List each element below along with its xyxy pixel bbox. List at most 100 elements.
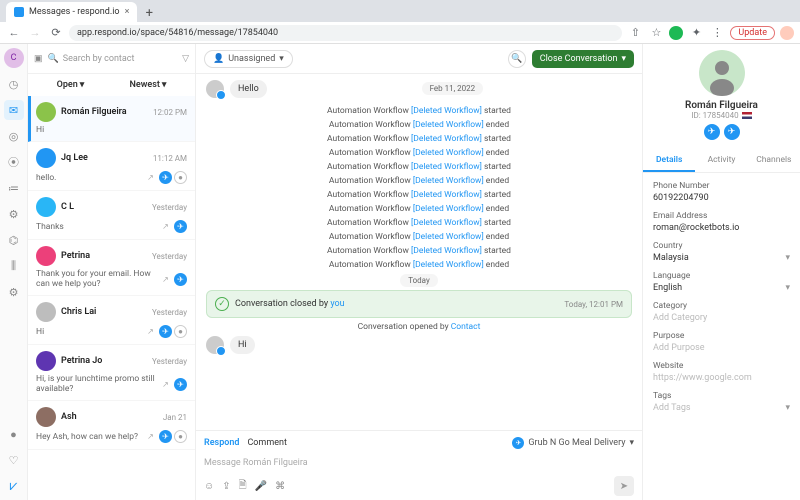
- conversation-item[interactable]: C LYesterdayThanks↗✈: [28, 191, 195, 240]
- snippet-icon[interactable]: ⌘: [275, 481, 285, 492]
- contact-field[interactable]: PurposeAdd Purpose: [653, 327, 790, 357]
- broadcast-icon[interactable]: ⦿: [4, 152, 24, 172]
- conversation-name: Petrina Jo: [61, 356, 147, 366]
- workflow-link[interactable]: [Deleted Workflow]: [411, 162, 482, 172]
- close-conversation-button[interactable]: Close Conversation ▾: [532, 50, 634, 68]
- conversation-time: Yesterday: [152, 203, 187, 212]
- reports-icon[interactable]: ⫼: [4, 256, 24, 276]
- contact-field[interactable]: LanguageEnglish▾: [653, 267, 790, 297]
- workflow-link[interactable]: [Deleted Workflow]: [413, 260, 484, 270]
- notifications-icon[interactable]: ●: [4, 424, 24, 444]
- settings-gear-icon[interactable]: ⚙: [4, 204, 24, 224]
- search-input[interactable]: 🔍 Search by contact: [48, 54, 178, 64]
- browser-tab[interactable]: Messages - respond.io ×: [6, 2, 137, 22]
- forward-icon[interactable]: →: [27, 25, 43, 41]
- telegram-icon[interactable]: ✈: [704, 124, 720, 140]
- dashboard-icon[interactable]: ◷: [4, 74, 24, 94]
- url-bar[interactable]: app.respond.io/space/54816/message/17854…: [69, 25, 622, 41]
- workflow-event: Automation Workflow [Deleted Workflow] s…: [206, 160, 632, 174]
- message-bubble: Hello: [230, 80, 267, 98]
- new-tab-button[interactable]: +: [140, 4, 158, 22]
- filter-icon[interactable]: ▽: [182, 54, 189, 64]
- panel-toggle-icon[interactable]: ▣: [34, 54, 43, 64]
- gear-icon[interactable]: ⚙: [4, 282, 24, 302]
- org-icon[interactable]: ⌬: [4, 230, 24, 250]
- menu-icon[interactable]: ⋮: [709, 25, 725, 41]
- emoji-icon[interactable]: ☺: [204, 481, 214, 492]
- contact-field[interactable]: TagsAdd Tags▾: [653, 387, 790, 417]
- tab-comment[interactable]: Comment: [247, 438, 286, 448]
- tab-activity[interactable]: Activity: [695, 150, 747, 172]
- workflow-link[interactable]: [Deleted Workflow]: [411, 134, 482, 144]
- conversation-name: Jq Lee: [61, 153, 148, 163]
- workflows-icon[interactable]: ≔: [4, 178, 24, 198]
- extensions-icon[interactable]: ✦: [688, 25, 704, 41]
- workflow-link[interactable]: [Deleted Workflow]: [413, 204, 484, 214]
- chat-scroll[interactable]: Hello Feb 11, 2022 Automation Workflow […: [196, 74, 642, 430]
- contact-field[interactable]: Email Addressroman@rocketbots.io: [653, 207, 790, 237]
- avatar: [36, 351, 56, 371]
- reload-icon[interactable]: ⟳: [48, 25, 64, 41]
- workflow-link[interactable]: [Deleted Workflow]: [413, 232, 484, 242]
- extension-icon[interactable]: [669, 26, 683, 40]
- contact-field[interactable]: CategoryAdd Category: [653, 297, 790, 327]
- assignee-dropdown[interactable]: 👤 Unassigned ▾: [204, 50, 293, 68]
- workflow-link[interactable]: [Deleted Workflow]: [411, 218, 482, 228]
- conversation-list: ▣ 🔍 Search by contact ▽ Open▾ Newest▾ Ro…: [28, 44, 196, 500]
- contact-field[interactable]: Phone Number60192204790: [653, 177, 790, 207]
- close-tab-icon[interactable]: ×: [125, 7, 130, 17]
- workflow-link[interactable]: [Deleted Workflow]: [413, 120, 484, 130]
- workflow-event: Automation Workflow [Deleted Workflow] e…: [206, 230, 632, 244]
- open-filter[interactable]: Open▾: [57, 80, 85, 90]
- delivered-icon: ↗: [144, 430, 157, 443]
- conversation-item[interactable]: Román Filgueira12:02 PMHi: [28, 96, 195, 142]
- search-chat-icon[interactable]: 🔍: [508, 50, 526, 68]
- tab-respond[interactable]: Respond: [204, 438, 239, 448]
- conversation-preview: Hey Ash, how can we help?: [36, 432, 144, 442]
- tab-details[interactable]: Details: [643, 150, 695, 172]
- close-conversation-label: Close Conversation: [540, 54, 618, 64]
- conversation-item[interactable]: Petrina JoYesterdayHi, is your lunchtime…: [28, 345, 195, 401]
- conversation-item[interactable]: PetrinaYesterdayThank you for your email…: [28, 240, 195, 296]
- profile-avatar[interactable]: [780, 26, 794, 40]
- conversation-item[interactable]: AshJan 21Hey Ash, how can we help?↗✈●: [28, 401, 195, 450]
- extra-icon: ●: [174, 171, 187, 184]
- field-value: Add Purpose: [653, 343, 705, 353]
- newest-filter[interactable]: Newest▾: [130, 80, 167, 90]
- field-value: English: [653, 283, 682, 293]
- nav-rail: C ◷ ✉ ◎ ⦿ ≔ ⚙ ⌬ ⫼ ⚙ ● ♡ ⩗: [0, 44, 28, 500]
- avatar: [36, 407, 56, 427]
- file-icon[interactable]: 🗎: [239, 478, 247, 495]
- chat-panel: 👤 Unassigned ▾ 🔍 Close Conversation ▾ He…: [196, 44, 642, 500]
- mic-icon[interactable]: 🎤: [255, 481, 267, 492]
- closed-by-link[interactable]: you: [330, 299, 344, 309]
- update-button[interactable]: Update: [730, 26, 775, 40]
- workflow-link[interactable]: [Deleted Workflow]: [411, 246, 482, 256]
- messages-icon[interactable]: ✉: [4, 100, 24, 120]
- workspace-avatar[interactable]: C: [4, 48, 24, 68]
- browser-toolbar: ← → ⟳ app.respond.io/space/54816/message…: [0, 22, 800, 44]
- attach-icon[interactable]: ⇪: [222, 481, 230, 492]
- message-input[interactable]: Message Román Filgueira: [204, 456, 634, 470]
- workflow-link[interactable]: [Deleted Workflow]: [413, 176, 484, 186]
- contact-field[interactable]: CountryMalaysia▾: [653, 237, 790, 267]
- contacts-icon[interactable]: ◎: [4, 126, 24, 146]
- bookmark-icon[interactable]: ☆: [648, 25, 664, 41]
- workflow-link[interactable]: [Deleted Workflow]: [411, 106, 482, 116]
- help-icon[interactable]: ♡: [4, 450, 24, 470]
- opened-by-link[interactable]: Contact: [451, 322, 481, 332]
- contact-field[interactable]: Websitehttps://www.google.com: [653, 357, 790, 387]
- conversation-time: 11:12 AM: [153, 154, 187, 163]
- conversation-opened-line: Conversation opened by Contact: [206, 318, 632, 336]
- share-icon[interactable]: ⇧: [627, 25, 643, 41]
- telegram-icon[interactable]: ✈: [724, 124, 740, 140]
- workflow-link[interactable]: [Deleted Workflow]: [413, 148, 484, 158]
- send-button[interactable]: ➤: [614, 476, 634, 496]
- conversation-item[interactable]: Chris LaiYesterdayHi↗✈●: [28, 296, 195, 345]
- tab-channels[interactable]: Channels: [748, 150, 800, 172]
- conversation-item[interactable]: Jq Lee11:12 AMhello.↗✈●: [28, 142, 195, 191]
- back-icon[interactable]: ←: [6, 25, 22, 41]
- workflow-link[interactable]: [Deleted Workflow]: [411, 190, 482, 200]
- field-label: Category: [653, 301, 790, 311]
- channel-selector[interactable]: ✈ Grub N Go Meal Delivery ▾: [512, 437, 634, 449]
